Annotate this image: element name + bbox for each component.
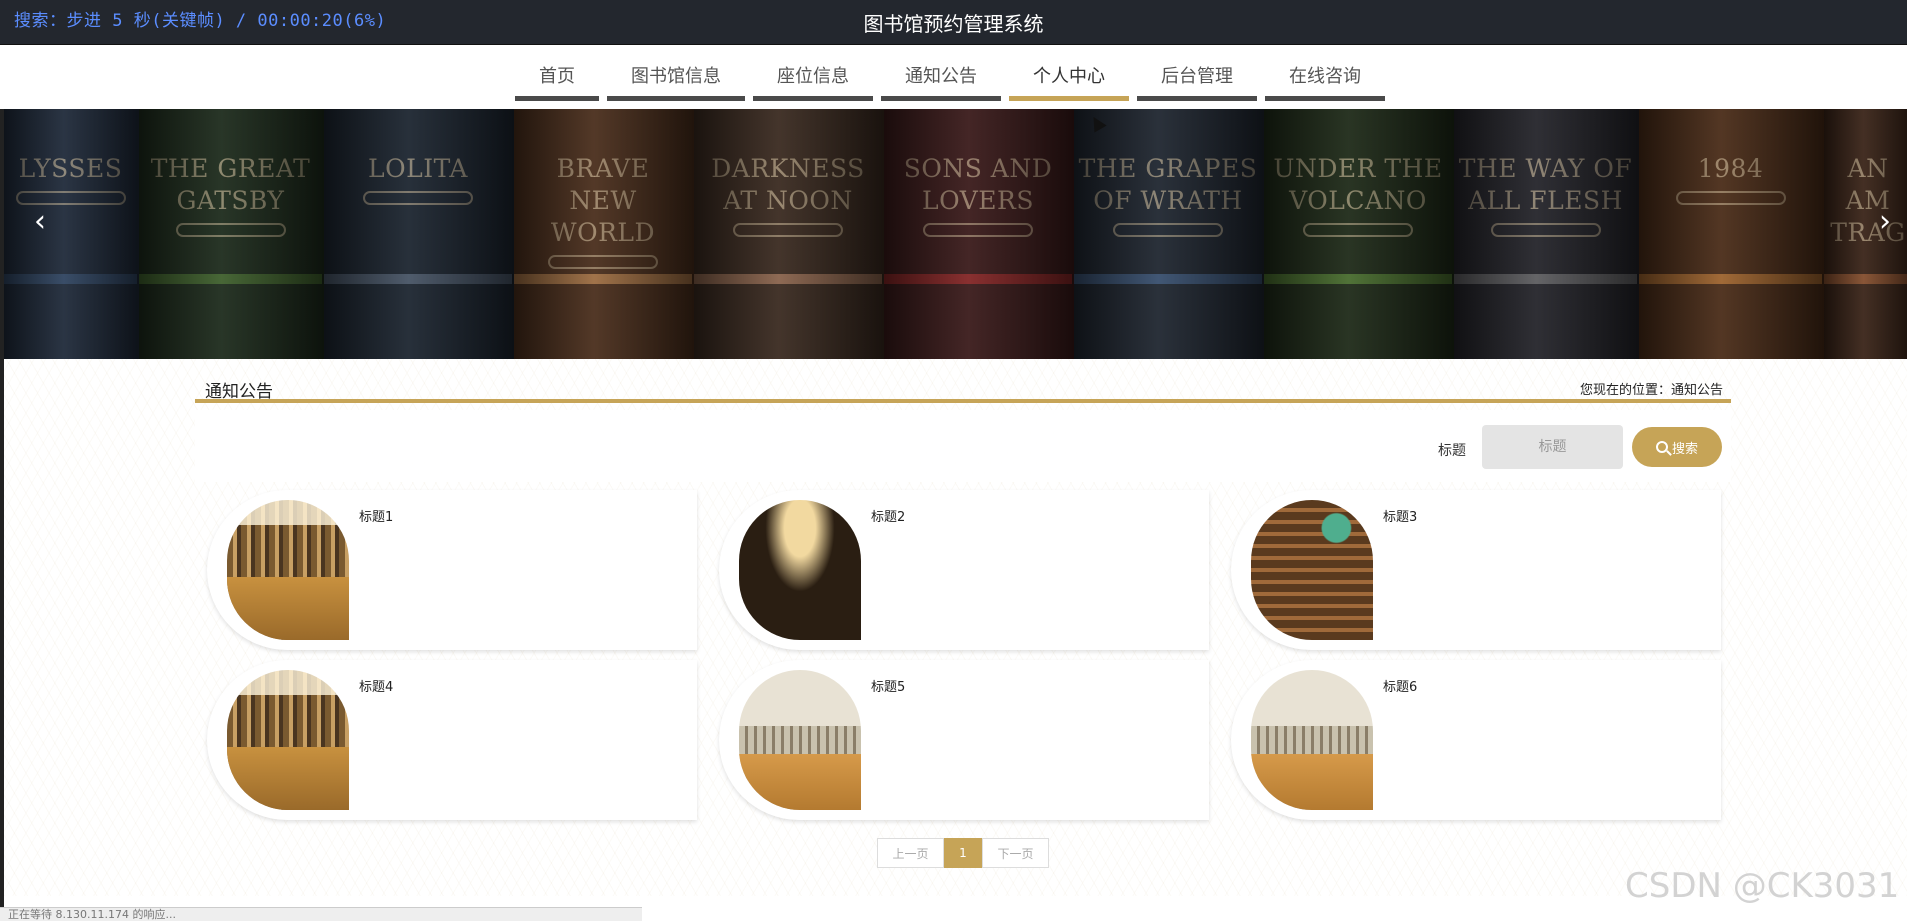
nav-item-personal-center[interactable]: 个人中心 <box>1009 45 1129 101</box>
book-title: THE WAY OF ALL FLESH <box>1458 154 1633 215</box>
ornament-icon <box>15 191 126 205</box>
book-spine: THE GREAT GATSBY <box>139 109 324 359</box>
main-nav: 首页 图书馆信息 座位信息 通知公告 个人中心 后台管理 在线咨询 <box>0 45 1907 109</box>
notice-thumbnail <box>739 670 861 810</box>
book-spine: AN AM TRAG <box>1824 109 1907 359</box>
title-bar: 搜索：步进 5 秒(关键帧) / 00:00:20(6%) 图书馆预约管理系统 <box>0 0 1907 45</box>
book-title: THE GREAT GATSBY <box>150 154 311 215</box>
notice-thumbnail <box>227 500 349 640</box>
search-label: 标题 <box>1438 443 1466 459</box>
book-spine: UNDER THE VOLCANO <box>1264 109 1454 359</box>
notice-title: 标题6 <box>1383 680 1418 695</box>
search-button[interactable]: 搜索 <box>1632 427 1722 467</box>
book-title: SONS AND LOVERS <box>903 154 1053 215</box>
ornament-icon <box>175 223 286 237</box>
nav-item-seat-info[interactable]: 座位信息 <box>753 45 873 101</box>
book-title: THE GRAPES OF WRATH <box>1078 154 1258 215</box>
ornament-icon <box>923 223 1033 237</box>
book-spine: DARKNESS AT NOON <box>694 109 884 359</box>
notice-title: 标题5 <box>871 680 906 695</box>
notice-card[interactable]: 标题3 <box>1231 490 1721 650</box>
nav-item-online-consult[interactable]: 在线咨询 <box>1265 45 1385 101</box>
ornament-icon <box>1675 191 1786 205</box>
book-title: AN AM TRAG <box>1830 154 1906 247</box>
nav-item-notices[interactable]: 通知公告 <box>881 45 1001 101</box>
next-page-button[interactable]: 下一页 <box>982 838 1049 868</box>
browser-status-bar: 正在等待 8.130.11.174 的响应... <box>0 907 642 921</box>
notice-card[interactable]: 标题1 <box>207 490 697 650</box>
notice-card[interactable]: 标题6 <box>1231 660 1721 820</box>
notice-thumbnail <box>1251 500 1373 640</box>
search-input[interactable] <box>1482 425 1623 469</box>
book-spine: 1984 <box>1639 109 1824 359</box>
book-spine: THE GRAPES OF WRATH <box>1074 109 1264 359</box>
search-button-label: 搜索 <box>1671 440 1698 456</box>
ornament-icon <box>1113 223 1223 237</box>
notice-title: 标题1 <box>359 510 394 525</box>
book-title: UNDER THE VOLCANO <box>1273 154 1443 215</box>
book-spine: THE WAY OF ALL FLESH <box>1454 109 1639 359</box>
ornament-icon <box>548 255 658 269</box>
breadcrumb: 您现在的位置：通知公告 <box>1579 383 1723 398</box>
ornament-icon <box>1490 223 1601 237</box>
watermark: CSDN @CK3031 <box>1625 866 1900 906</box>
notice-thumbnail <box>739 500 861 640</box>
book-spine: BRAVE NEW WORLD <box>514 109 694 359</box>
chevron-right-icon[interactable]: › <box>1879 204 1891 239</box>
page-number-button[interactable]: 1 <box>944 838 982 868</box>
notice-card[interactable]: 标题5 <box>719 660 1209 820</box>
nav-item-home[interactable]: 首页 <box>515 45 599 101</box>
chevron-left-icon[interactable]: ‹ <box>34 204 46 239</box>
ornament-icon <box>363 191 473 205</box>
book-spine: LYSSES <box>4 109 139 359</box>
site-title: 图书馆预约管理系统 <box>863 12 1044 36</box>
nav-item-admin[interactable]: 后台管理 <box>1137 45 1257 101</box>
ornament-icon <box>1303 223 1413 237</box>
search-bar: 标题 搜索 <box>195 410 1731 482</box>
notice-title: 标题3 <box>1383 510 1418 525</box>
notice-card[interactable]: 标题4 <box>207 660 697 820</box>
prev-page-button[interactable]: 上一页 <box>877 838 944 868</box>
section-header: 通知公告 您现在的位置：通知公告 <box>195 373 1731 403</box>
search-icon <box>1655 441 1668 453</box>
pagination: 上一页 1 下一页 <box>877 838 1049 868</box>
notice-title: 标题4 <box>359 680 394 695</box>
book-title: DARKNESS AT NOON <box>711 154 865 215</box>
book-title: BRAVE NEW WORLD <box>550 154 656 247</box>
notice-thumbnail <box>227 670 349 810</box>
nav-item-library-info[interactable]: 图书馆信息 <box>607 45 745 101</box>
book-spine: SONS AND LOVERS <box>884 109 1074 359</box>
notice-title: 标题2 <box>871 510 906 525</box>
book-spine: LOLITA <box>324 109 514 359</box>
book-title: LYSSES <box>18 154 123 183</box>
notice-card[interactable]: 标题2 <box>719 490 1209 650</box>
ornament-icon <box>733 223 843 237</box>
book-title: LOLITA <box>368 154 468 183</box>
section-title: 通知公告 <box>205 382 273 402</box>
banner-carousel: LYSSES THE GREAT GATSBY LOLITA BRAVE NEW… <box>4 109 1907 359</box>
notice-thumbnail <box>1251 670 1373 810</box>
book-title: 1984 <box>1697 154 1764 183</box>
